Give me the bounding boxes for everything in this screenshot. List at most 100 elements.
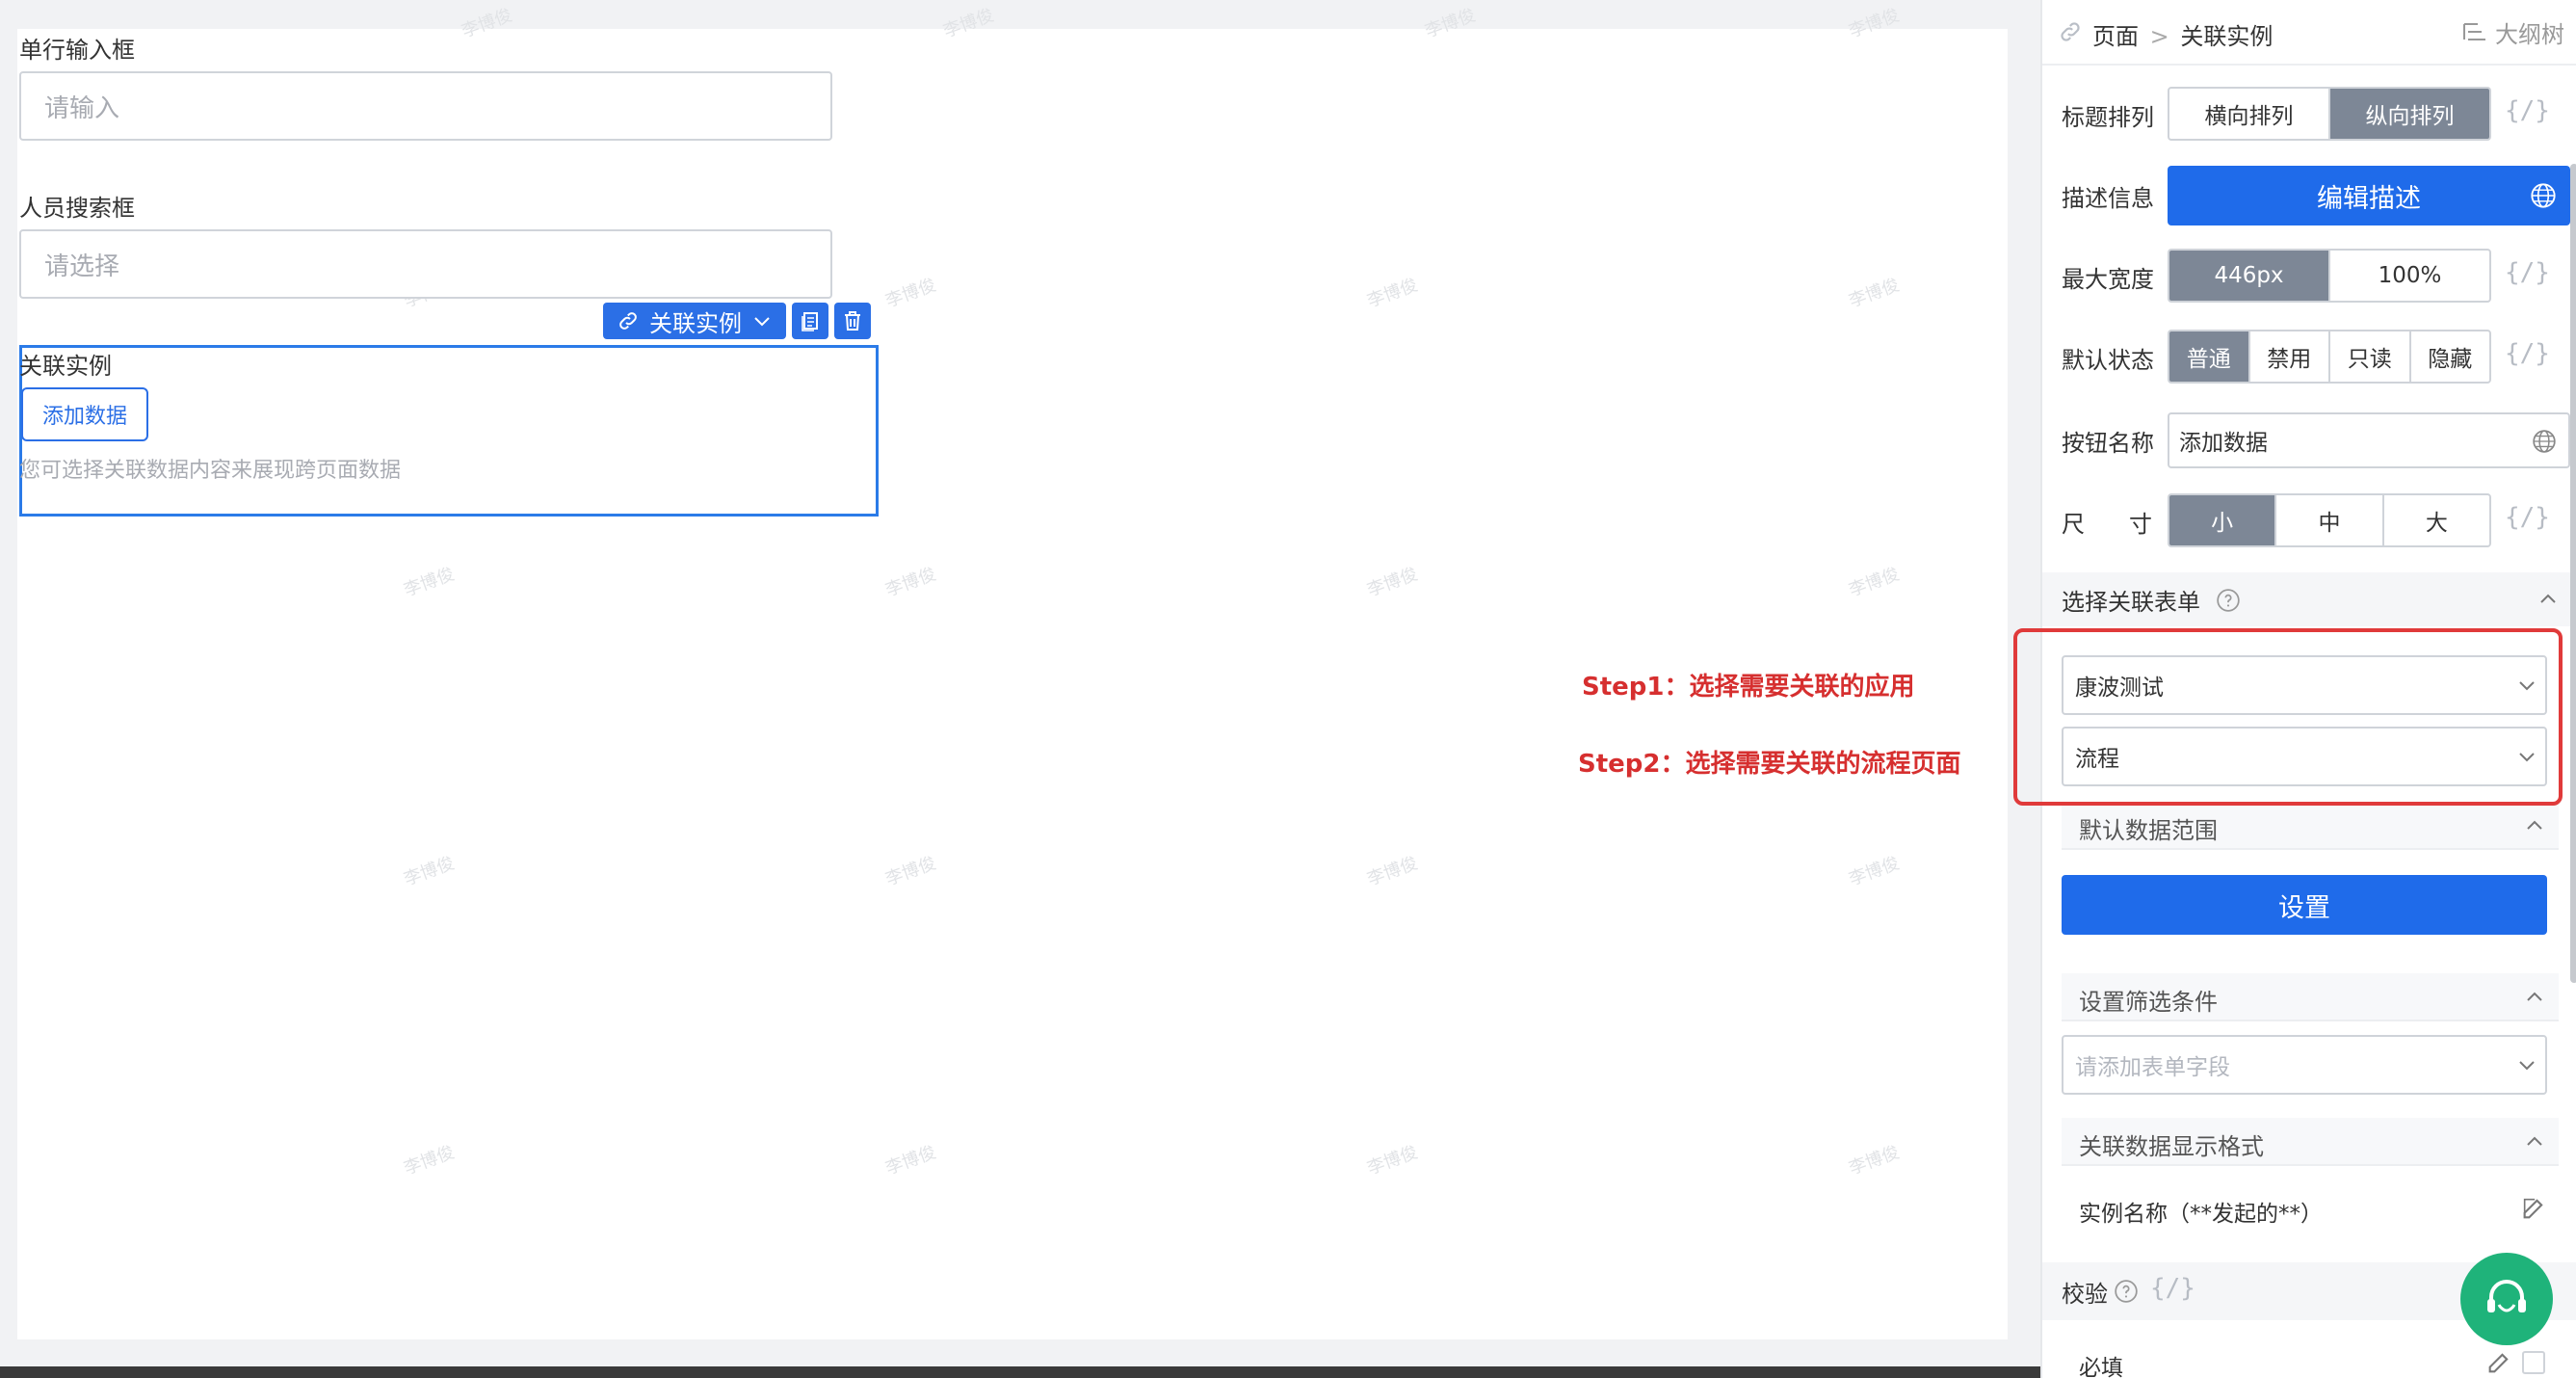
component-switch-button[interactable]: 关联实例	[603, 303, 786, 339]
watermark: 李博俊	[401, 564, 458, 601]
expression-toggle[interactable]: {/}	[2505, 339, 2550, 368]
single-input-placeholder: 请输入	[44, 93, 120, 123]
validation-title: 校验	[2062, 1280, 2108, 1308]
watermark: 李博俊	[882, 275, 939, 312]
breadcrumb-current: 关联实例	[2180, 23, 2274, 50]
filter-section-header[interactable]: 设置筛选条件	[2062, 973, 2559, 1021]
required-row: 必填	[2062, 1343, 2559, 1378]
help-icon[interactable]	[2114, 1279, 2139, 1304]
watermark: 李博俊	[882, 853, 939, 890]
size-segmented: 小 中 大	[2168, 493, 2491, 547]
watermark: 李博俊	[1846, 5, 1903, 42]
title-layout-horizontal[interactable]: 横向排列	[2169, 89, 2330, 139]
display-format-title: 关联数据显示格式	[2079, 1133, 2264, 1160]
single-input[interactable]: 请输入	[19, 71, 832, 141]
component-toolbar: 关联实例	[603, 303, 871, 339]
max-width-percent[interactable]: 100%	[2330, 251, 2489, 301]
delete-component-button[interactable]	[834, 303, 871, 339]
headset-icon	[2487, 1280, 2526, 1312]
globe-icon	[2531, 183, 2556, 208]
person-search-label: 人员搜索框	[19, 195, 135, 222]
state-normal[interactable]: 普通	[2169, 331, 2250, 382]
max-width-px[interactable]: 446px	[2169, 251, 2330, 301]
person-search-placeholder: 请选择	[44, 252, 120, 281]
breadcrumb-separator: >	[2149, 23, 2169, 50]
step2-annotation: Step2：选择需要关联的流程页面	[1578, 750, 1961, 779]
size-large[interactable]: 大	[2384, 495, 2489, 545]
association-label: 关联实例	[19, 353, 112, 380]
title-layout-label: 标题排列	[2062, 104, 2154, 131]
watermark: 李博俊	[401, 1142, 458, 1179]
display-format-value: 实例名称（**发起的**）	[2079, 1202, 2323, 1227]
trash-icon	[845, 311, 860, 331]
chevron-down-icon	[754, 317, 770, 327]
filter-title: 设置筛选条件	[2079, 989, 2218, 1016]
expression-toggle[interactable]: {/}	[2505, 503, 2550, 532]
customer-service-button[interactable]	[2460, 1253, 2553, 1345]
outline-tree-tab[interactable]: 大纲树	[2460, 15, 2564, 49]
person-search-input[interactable]: 请选择	[19, 229, 832, 299]
display-format-row: 实例名称（**发起的**）	[2062, 1181, 2559, 1235]
filter-field-placeholder: 请添加表单字段	[2075, 1055, 2230, 1080]
watermark: 李博俊	[1364, 853, 1421, 890]
expression-toggle[interactable]: {/}	[2505, 258, 2550, 287]
chevron-down-icon	[2519, 1061, 2535, 1071]
button-name-value: 添加数据	[2179, 431, 2268, 456]
chevron-up-icon	[2527, 992, 2542, 1001]
breadcrumb-root[interactable]: 页面	[2092, 23, 2139, 50]
edit-description-label: 编辑描述	[2317, 183, 2421, 214]
watermark: 李博俊	[1846, 853, 1903, 890]
watermark: 李博俊	[459, 5, 515, 42]
panel-scrollbar[interactable]	[2570, 164, 2576, 983]
link-icon	[2061, 22, 2080, 41]
edit-icon[interactable]	[2520, 1195, 2547, 1222]
chevron-up-icon	[2540, 594, 2556, 603]
size-label-a: 尺	[2062, 511, 2085, 538]
outline-tree-label: 大纲树	[2495, 21, 2564, 48]
copy-icon	[802, 312, 818, 331]
watermark: 李博俊	[1846, 275, 1903, 312]
copy-component-button[interactable]	[792, 303, 828, 339]
max-width-label: 最大宽度	[2062, 266, 2154, 293]
globe-icon[interactable]	[2532, 429, 2557, 454]
edit-icon[interactable]	[2485, 1349, 2512, 1376]
watermark: 李博俊	[1846, 564, 1903, 601]
watermark: 李博俊	[401, 853, 458, 890]
add-data-button[interactable]: 添加数据	[21, 387, 148, 441]
link-icon	[619, 312, 637, 330]
button-name-input[interactable]: 添加数据	[2168, 412, 2570, 468]
edit-description-button[interactable]: 编辑描述	[2168, 166, 2570, 225]
default-state-segmented: 普通 禁用 只读 隐藏	[2168, 330, 2491, 384]
component-name: 关联实例	[649, 309, 742, 337]
state-disabled[interactable]: 禁用	[2250, 331, 2330, 382]
required-checkbox[interactable]	[2522, 1351, 2545, 1374]
state-hidden[interactable]: 隐藏	[2411, 331, 2490, 382]
filter-field-select[interactable]: 请添加表单字段	[2062, 1035, 2547, 1095]
default-range-section-header[interactable]: 默认数据范围	[2062, 802, 2559, 850]
watermark: 李博俊	[882, 564, 939, 601]
watermark: 李博俊	[1364, 1142, 1421, 1179]
step1-annotation: Step1：选择需要关联的应用	[1582, 673, 1915, 702]
select-form-section-header[interactable]: 选择关联表单	[2042, 572, 2576, 626]
default-range-title: 默认数据范围	[2079, 817, 2218, 844]
help-icon[interactable]	[2216, 588, 2241, 613]
required-label: 必填	[2079, 1356, 2123, 1378]
button-name-label: 按钮名称	[2062, 430, 2154, 457]
display-format-section-header[interactable]: 关联数据显示格式	[2062, 1118, 2559, 1166]
select-form-title: 选择关联表单	[2062, 588, 2200, 616]
panel-header: 页面 > 关联实例 大纲树	[2042, 0, 2576, 66]
state-readonly[interactable]: 只读	[2330, 331, 2411, 382]
description-label: 描述信息	[2062, 185, 2154, 212]
expression-toggle[interactable]: {/}	[2505, 96, 2550, 125]
chevron-up-icon	[2527, 820, 2542, 830]
default-range-set-button[interactable]: 设置	[2062, 875, 2547, 935]
title-layout-segmented: 横向排列 纵向排列	[2168, 87, 2491, 141]
max-width-segmented: 446px 100%	[2168, 249, 2491, 303]
association-hint: 您可选择关联数据内容来展现跨页面数据	[19, 459, 402, 483]
highlight-frame	[2013, 628, 2563, 806]
size-small[interactable]: 小	[2169, 495, 2277, 545]
expression-toggle[interactable]: {/}	[2150, 1274, 2195, 1303]
design-canvas: 李博俊 李博俊 李博俊 李博俊 李博俊 李博俊 李博俊 李博俊 李博俊 李博俊 …	[17, 5, 2008, 1339]
size-medium[interactable]: 中	[2276, 495, 2384, 545]
title-layout-vertical[interactable]: 纵向排列	[2330, 89, 2489, 139]
